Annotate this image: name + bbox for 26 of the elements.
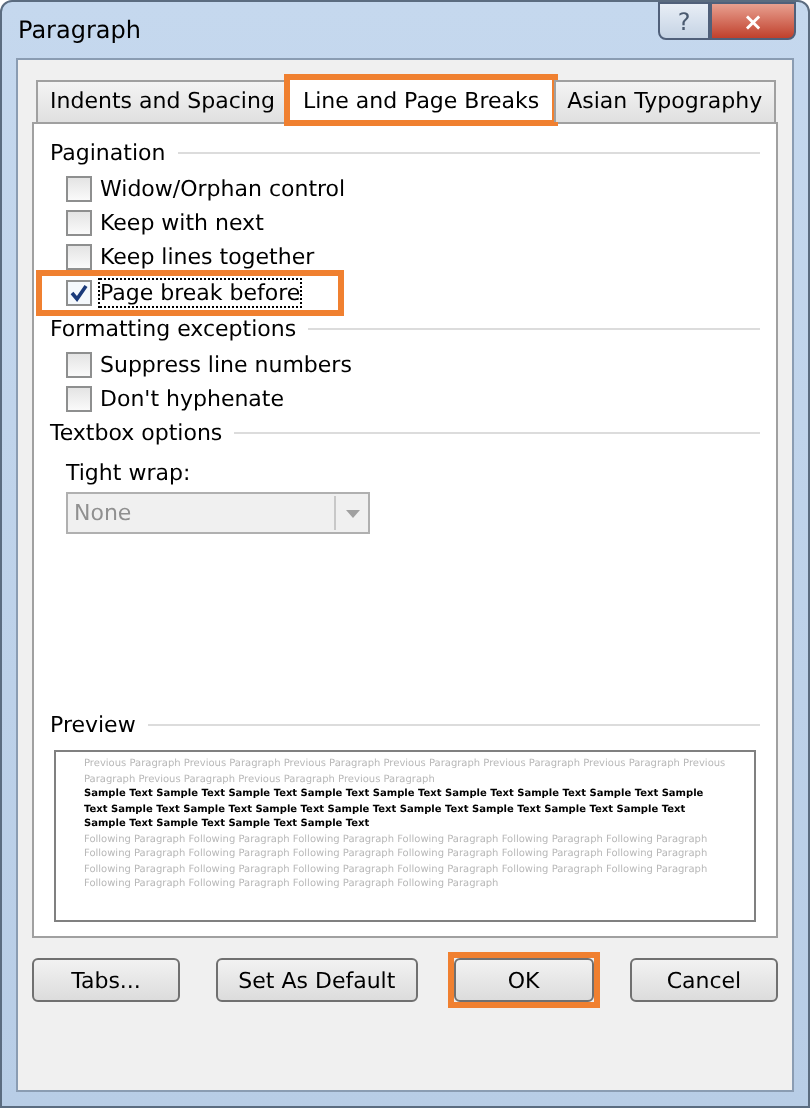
dialog-button[interactable]: Cancel — [629, 958, 778, 1002]
checkbox[interactable] — [66, 386, 92, 412]
section-title: Formatting exceptions — [50, 316, 297, 342]
checkbox[interactable] — [66, 210, 92, 236]
field-label: Tight wrap: — [66, 460, 193, 486]
help-button[interactable]: ? — [658, 2, 710, 40]
checkbox-label[interactable]: Keep with next — [100, 210, 264, 236]
checkbox-label[interactable]: Widow/Orphan control — [100, 176, 346, 202]
dialog-button[interactable]: Set As Default — [216, 958, 418, 1002]
checkbox[interactable] — [66, 244, 92, 270]
checkbox[interactable] — [66, 352, 92, 378]
checkbox-label[interactable]: Don't hyphenate — [100, 386, 285, 412]
checkbox-label[interactable]: Keep lines together — [100, 244, 315, 270]
tab[interactable]: Line and Page Breaks — [286, 76, 556, 124]
checkbox[interactable] — [66, 176, 92, 202]
dialog-button[interactable]: OK — [453, 958, 594, 1002]
tab[interactable]: Asian Typography — [553, 80, 777, 122]
tab[interactable]: Indents and Spacing — [36, 80, 289, 122]
checkbox[interactable] — [66, 280, 92, 306]
section-title: Preview — [50, 712, 136, 738]
window-title: Paragraph — [18, 16, 141, 44]
dialog-button[interactable]: Tabs... — [32, 958, 180, 1002]
section-title: Textbox options — [50, 420, 223, 446]
checkbox-label[interactable]: Suppress line numbers — [100, 352, 352, 378]
checkbox-label[interactable]: Page break before — [100, 280, 301, 306]
section-title: Pagination — [50, 140, 166, 166]
